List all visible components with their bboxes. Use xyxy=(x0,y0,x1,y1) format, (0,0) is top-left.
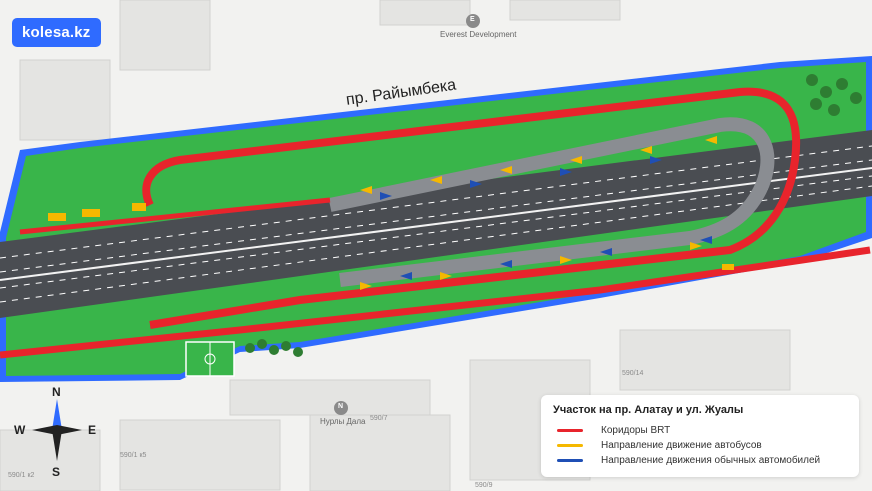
building-number: 590/1 к5 xyxy=(120,452,147,459)
legend-swatch-brt xyxy=(557,428,583,432)
legend-item-cars: Направление движения обычных автомобилей xyxy=(557,454,820,466)
nurli-dala-label: Нурлы Дала xyxy=(320,417,366,426)
building-number: 590/14 xyxy=(622,370,644,377)
everest-development-label: Everest Development xyxy=(440,30,517,39)
legend-item-brt: Коридоры BRT xyxy=(557,424,670,436)
compass-east: E xyxy=(88,423,97,437)
legend-swatch-cars xyxy=(557,458,583,462)
compass: N S E W xyxy=(14,385,100,485)
map-stage: kolesa.kz пр. Райымбека E Everest Develo… xyxy=(0,0,872,491)
building-number: 590/9 xyxy=(475,482,493,489)
compass-west: W xyxy=(14,423,26,437)
everest-pin-letter: E xyxy=(470,16,475,23)
compass-south: S xyxy=(52,465,61,479)
kolesa-logo: kolesa.kz xyxy=(12,18,101,47)
legend-label: Коридоры BRT xyxy=(601,424,671,436)
building-number: 590/7 xyxy=(370,415,388,422)
legend-swatch-bus xyxy=(557,443,583,447)
map-legend: Участок на пр. Алатау и ул. Жуалы Коридо… xyxy=(541,395,859,477)
compass-north: N xyxy=(52,385,61,399)
legend-title: Участок на пр. Алатау и ул. Жуалы xyxy=(553,404,744,416)
legend-item-bus: Направление движение автобусов xyxy=(557,439,762,451)
nurli-pin-letter: N xyxy=(338,403,344,410)
legend-label: Направление движения обычных автомобилей xyxy=(601,454,821,466)
legend-label: Направление движение автобусов xyxy=(601,439,762,451)
